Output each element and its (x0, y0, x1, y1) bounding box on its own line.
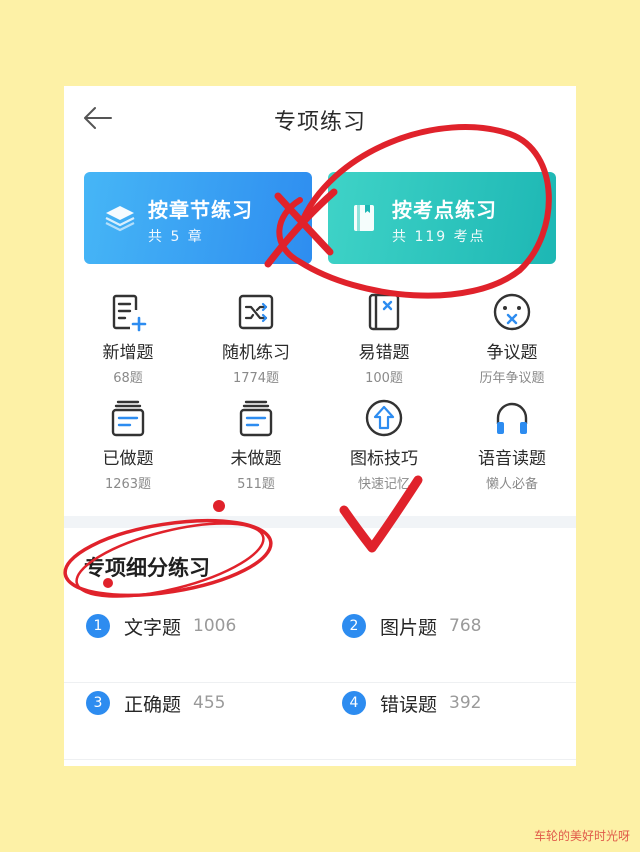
new-doc-icon (112, 294, 147, 332)
grid-sub: 历年争议题 (479, 371, 545, 386)
layers-icon (105, 206, 135, 232)
done-questions-item[interactable]: 已做题 1263题 (64, 398, 192, 504)
stack-list-icon (111, 400, 145, 437)
app-screen: 专项练习 按章节练习 共 5 章 按考点练习 共 119 考点 新增题 68题 … (64, 86, 576, 766)
undone-questions-item[interactable]: 未做题 511题 (192, 398, 320, 504)
icon-tips-item[interactable]: 图标技巧 快速记忆 (320, 398, 448, 504)
number-badge: 1 (86, 614, 110, 638)
header: 专项练习 (64, 86, 576, 152)
grid-sub: 1263题 (104, 477, 152, 492)
shuffle-icon (238, 294, 274, 330)
section-title: 专项细分练习 (84, 556, 210, 580)
grid-label: 随机练习 (222, 343, 290, 363)
practice-cards: 按章节练习 共 5 章 按考点练习 共 119 考点 (84, 172, 556, 264)
grid-sub: 100题 (365, 371, 403, 386)
grid-sub: 68题 (113, 371, 143, 386)
mistake-book-icon (368, 293, 400, 331)
page-title: 专项练习 (273, 110, 366, 135)
grid-label: 争议题 (486, 343, 538, 363)
item-name: 错误题 (380, 693, 438, 716)
book-icon (354, 205, 374, 231)
grid-label: 新增题 (102, 343, 154, 363)
topic-practice-card[interactable]: 按考点练习 共 119 考点 (328, 172, 556, 264)
feature-grid: 新增题 68题 随机练习 1774题 易错题 100题 争议题 历年争议题 已做… (64, 292, 576, 504)
list-item[interactable]: 4 错误题 392 (320, 683, 576, 723)
item-name: 图片题 (380, 616, 438, 639)
grid-sub: 懒人必备 (485, 477, 538, 492)
item-count: 455 (193, 693, 226, 713)
disputed-item[interactable]: 争议题 历年争议题 (448, 292, 576, 398)
up-arrow-circle-icon (365, 399, 403, 437)
card-title: 按章节练习 (148, 198, 253, 222)
list-item[interactable]: 2 图片题 768 (320, 606, 576, 646)
item-count: 392 (449, 693, 482, 713)
subcategory-list: 1 文字题 1006 2 图片题 768 3 正确题 455 4 错误题 392 (64, 606, 576, 760)
item-name: 文字题 (124, 616, 182, 639)
list-item[interactable]: 3 正确题 455 (64, 683, 320, 723)
card-subtitle: 共 119 考点 (392, 229, 486, 245)
grid-sub: 快速记忆 (357, 477, 410, 492)
card-subtitle: 共 5 章 (148, 229, 204, 245)
chapter-practice-card[interactable]: 按章节练习 共 5 章 (84, 172, 312, 264)
number-badge: 3 (86, 691, 110, 715)
grid-sub: 1774题 (232, 371, 280, 386)
random-practice-item[interactable]: 随机练习 1774题 (192, 292, 320, 398)
list-row: 1 文字题 1006 2 图片题 768 (64, 606, 576, 683)
new-questions-item[interactable]: 新增题 68题 (64, 292, 192, 398)
item-name: 正确题 (124, 693, 182, 716)
grid-label: 未做题 (230, 449, 282, 469)
grid-label: 已做题 (102, 449, 154, 469)
item-count: 768 (449, 616, 482, 636)
confused-face-icon (493, 293, 531, 331)
grid-label: 易错题 (358, 343, 410, 363)
item-count: 1006 (193, 616, 237, 636)
section-divider (64, 516, 576, 528)
voice-reading-item[interactable]: 语音读题 懒人必备 (448, 398, 576, 504)
grid-label: 语音读题 (478, 449, 546, 469)
error-prone-item[interactable]: 易错题 100题 (320, 292, 448, 398)
headphones-icon (496, 402, 528, 434)
number-badge: 4 (342, 691, 366, 715)
watermark: 车轮的美好时光呀 (533, 829, 630, 843)
grid-sub: 511题 (237, 477, 275, 492)
card-title: 按考点练习 (392, 198, 497, 222)
stack-list-icon (239, 400, 273, 437)
grid-label: 图标技巧 (350, 449, 418, 469)
number-badge: 2 (342, 614, 366, 638)
list-row: 3 正确题 455 4 错误题 392 (64, 683, 576, 760)
list-item[interactable]: 1 文字题 1006 (64, 606, 320, 646)
